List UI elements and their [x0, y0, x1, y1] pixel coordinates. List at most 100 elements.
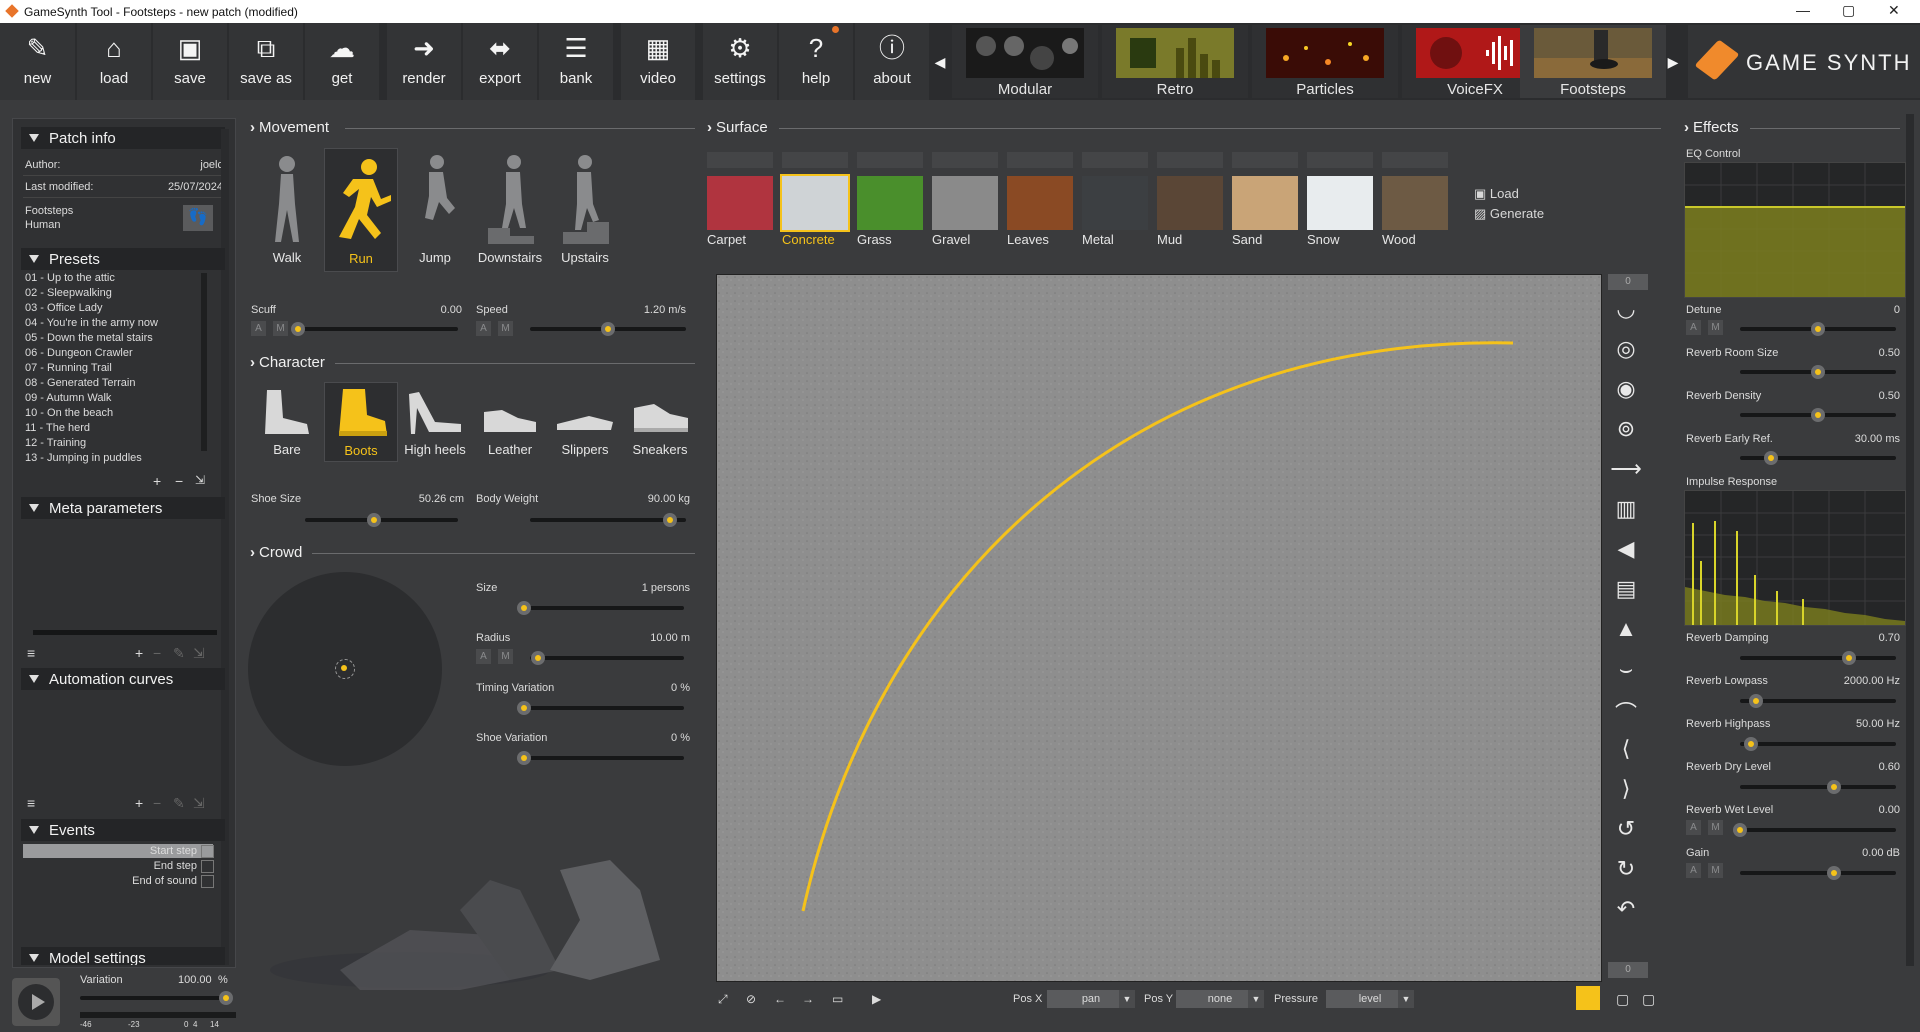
reverb-dry-level-slider[interactable]	[1740, 785, 1896, 789]
edit-meta-icon[interactable]: ✎	[173, 645, 185, 662]
slider-knob[interactable]	[663, 513, 678, 527]
play-button[interactable]	[12, 978, 60, 1026]
variation-slider[interactable]	[80, 996, 226, 1000]
event-end-of-sound[interactable]: End of sound	[97, 875, 197, 887]
remove-curve-icon[interactable]: −	[153, 795, 161, 811]
radius-slider[interactable]	[530, 656, 684, 660]
slider-knob[interactable]	[1764, 451, 1779, 465]
shoe-sneakers[interactable]: Sneakers	[624, 382, 696, 460]
curve-arrow-icon[interactable]: ↺	[1608, 816, 1644, 850]
model-modular[interactable]: Modular	[952, 25, 1098, 98]
movement-jump[interactable]: Jump	[399, 148, 471, 270]
clear-icon[interactable]: ⊘	[746, 992, 756, 1006]
effects-scrollbar[interactable]	[1906, 114, 1914, 966]
noise-icon[interactable]: ▥	[1608, 496, 1644, 530]
curve-left-icon[interactable]: ⟨	[1608, 736, 1644, 770]
new-page-icon[interactable]: ▢	[1616, 991, 1629, 1008]
automate-button[interactable]: A	[251, 321, 266, 336]
spiral-icon[interactable]: ◎	[1608, 336, 1644, 370]
bank-button[interactable]: ☰ bank	[539, 23, 613, 100]
triangle-icon[interactable]: ▲	[1608, 616, 1644, 650]
event-checkbox[interactable]	[201, 845, 214, 858]
model-particles[interactable]: Particles	[1252, 25, 1398, 98]
preset-item[interactable]: 04 - You're in the army now	[25, 317, 158, 329]
shoe-size-slider[interactable]	[305, 518, 458, 522]
minimize-button[interactable]: —	[1796, 2, 1810, 18]
events-header[interactable]: Events	[21, 819, 225, 841]
model-settings-header[interactable]: Model settings	[21, 947, 225, 965]
remove-meta-icon[interactable]: −	[153, 645, 161, 661]
maximize-button[interactable]: ▢	[1842, 2, 1855, 19]
crowd-radar[interactable]	[248, 572, 442, 766]
event-checkbox[interactable]	[201, 860, 214, 873]
surface-load-button[interactable]: ▣ Load	[1474, 186, 1519, 202]
stripes-icon[interactable]: ▤	[1608, 576, 1644, 610]
preset-item[interactable]: 02 - Sleepwalking	[25, 287, 112, 299]
curve-up-icon[interactable]: ⌣	[1608, 656, 1644, 690]
surface-wood[interactable]	[1382, 176, 1448, 230]
link-meta-icon[interactable]: ⇲	[193, 645, 205, 662]
pos-y-select[interactable]: none ▼	[1176, 990, 1264, 1008]
slider-knob[interactable]	[1811, 408, 1825, 422]
slider-knob[interactable]	[1811, 365, 1825, 379]
surface-concrete[interactable]	[782, 176, 848, 230]
slider-knob[interactable]	[517, 701, 531, 715]
preset-item[interactable]: 09 - Autumn Walk	[25, 392, 111, 404]
menu-icon[interactable]: ≡	[27, 795, 35, 811]
counter-bottom[interactable]: 0	[1608, 962, 1648, 978]
curve-arrow2-icon[interactable]: ↻	[1608, 856, 1644, 890]
modulate-button[interactable]: M	[1708, 863, 1723, 878]
surface-metal[interactable]	[1082, 176, 1148, 230]
slider-knob[interactable]	[530, 651, 545, 665]
character-title[interactable]: › Character	[250, 354, 325, 371]
shoe-boots[interactable]: Boots	[324, 382, 398, 462]
preset-item[interactable]: 13 - Jumping in puddles	[25, 452, 142, 464]
loop-icon[interactable]: ⊚	[1608, 416, 1644, 450]
movement-downstairs[interactable]: Downstairs	[474, 148, 546, 270]
arrow-left-icon[interactable]: ←	[774, 992, 786, 1006]
shoe-leather[interactable]: Leather	[474, 382, 546, 460]
preset-item[interactable]: 10 - On the beach	[25, 407, 113, 419]
curve-right-icon[interactable]: ⟩	[1608, 776, 1644, 810]
modulate-button[interactable]: M	[498, 321, 513, 336]
preset-item[interactable]: 01 - Up to the attic	[25, 272, 115, 284]
surface-canvas[interactable]	[716, 274, 1602, 982]
preset-item[interactable]: 12 - Training	[25, 437, 86, 449]
event-end-step[interactable]: End step	[97, 860, 197, 872]
menu-icon[interactable]: ≡	[27, 645, 35, 661]
automate-button[interactable]: A	[476, 321, 491, 336]
reverb-wet-level-slider[interactable]	[1740, 828, 1896, 832]
about-button[interactable]: ⓘ about	[855, 23, 929, 100]
slider-knob[interactable]	[1842, 651, 1857, 665]
arrow-right-icon[interactable]: →	[802, 992, 814, 1006]
eq-graph[interactable]	[1684, 162, 1906, 298]
preset-item[interactable]: 11 - The herd	[25, 422, 90, 434]
curve-arc-icon[interactable]: ◡	[1608, 296, 1644, 330]
timing-variation-slider[interactable]	[524, 706, 684, 710]
movement-walk[interactable]: Walk	[251, 148, 323, 270]
movement-upstairs[interactable]: Upstairs	[549, 148, 621, 270]
modulate-button[interactable]: M	[1708, 820, 1723, 835]
save-button[interactable]: ▣ save	[153, 23, 227, 100]
slider-knob[interactable]	[517, 601, 531, 615]
movement-run[interactable]: Run	[324, 148, 398, 272]
shoe-high-heels[interactable]: High heels	[399, 382, 471, 460]
settings-button[interactable]: ⚙ settings	[703, 23, 777, 100]
slider-knob[interactable]	[517, 751, 531, 765]
counter-top[interactable]: 0	[1608, 274, 1648, 290]
preset-item[interactable]: 05 - Down the metal stairs	[25, 332, 153, 344]
preset-item[interactable]: 07 - Running Trail	[25, 362, 112, 374]
event-start-step[interactable]: Start step	[97, 845, 197, 857]
add-meta-icon[interactable]: +	[135, 645, 143, 661]
pressure-select[interactable]: level ▼	[1326, 990, 1414, 1008]
preset-item[interactable]: 08 - Generated Terrain	[25, 377, 135, 389]
meta-parameters-header[interactable]: Meta parameters	[21, 497, 225, 519]
wave-icon[interactable]: ◀	[1608, 536, 1644, 570]
reverb-highpass-slider[interactable]	[1740, 742, 1896, 746]
help-button[interactable]: ? help	[779, 23, 853, 100]
load-button[interactable]: ⌂ load	[77, 23, 151, 100]
slider-knob[interactable]	[291, 322, 305, 336]
shoe-variation-slider[interactable]	[524, 756, 684, 760]
slider-knob[interactable]	[1748, 694, 1763, 708]
slider-knob[interactable]	[601, 322, 615, 336]
